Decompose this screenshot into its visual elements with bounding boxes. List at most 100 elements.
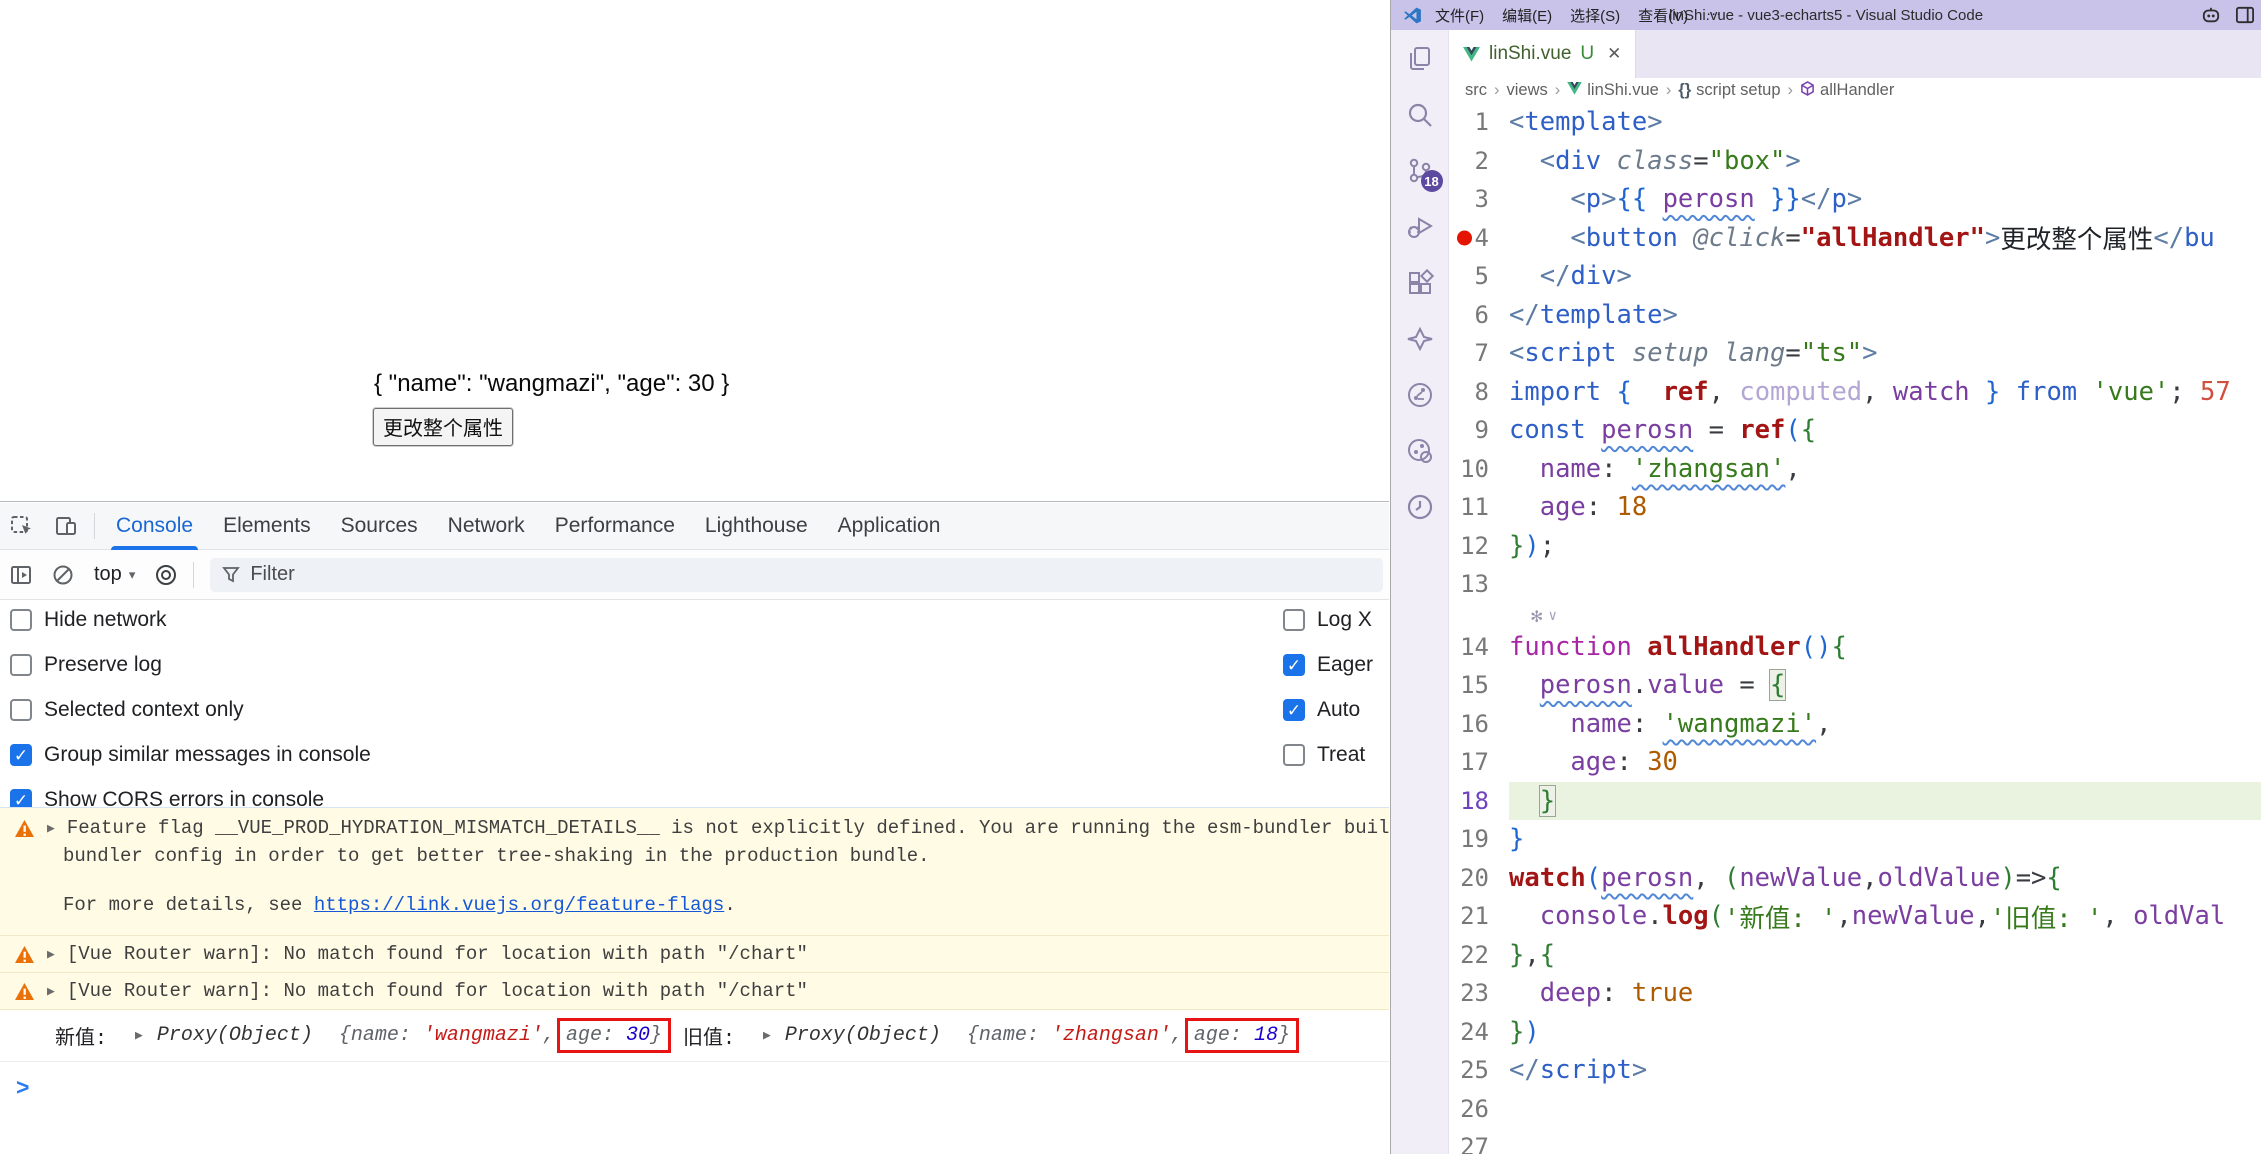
context-selector[interactable]: top▾ <box>84 563 145 586</box>
expand-triangle-icon[interactable]: ▶ <box>47 984 55 999</box>
checkbox-unchecked[interactable] <box>1283 609 1305 631</box>
code-content: } <box>1509 820 1524 859</box>
code-text: watch(perosn, (newValue,oldValue)=>{ <box>1509 859 2062 898</box>
activitybar-project-tool-icon[interactable] <box>1405 380 1435 410</box>
devtools-tab-sources[interactable]: Sources <box>326 503 433 550</box>
devtools-tab-lighthouse[interactable]: Lighthouse <box>690 503 823 550</box>
code-editor[interactable]: 1<template>2 <div class="box">3 <p>{{ pe… <box>1449 103 2261 1154</box>
setting-right-0[interactable]: Log X <box>1283 608 1372 632</box>
setting-preserve-log[interactable]: Preserve log <box>10 653 162 677</box>
warning-icon <box>14 982 35 1001</box>
setting-right-2[interactable]: ✓ Auto <box>1283 698 1360 722</box>
checkbox-label: Auto <box>1317 698 1360 722</box>
checkbox-unchecked[interactable] <box>10 654 32 676</box>
activitybar-run-debug-icon[interactable] <box>1405 212 1435 242</box>
code-line-2: 2 <div class="box"> <box>1449 142 2261 181</box>
checkbox-label: Treat <box>1317 743 1365 767</box>
setting-show-cors-errors-in-console[interactable]: ✓Show CORS errors in console <box>10 788 324 808</box>
menu-e[interactable]: 编辑(E) <box>1493 5 1561 26</box>
divider <box>94 513 95 539</box>
activitybar-project-tool-alt-icon[interactable] <box>1405 436 1435 466</box>
line-number: 4 <box>1449 224 1509 252</box>
code-content: } <box>1509 782 2261 821</box>
code-line-19: 19} <box>1449 820 2261 859</box>
console-warning-feature-flag[interactable]: ▶ Feature flag __VUE_PROD_HYDRATION_MISM… <box>0 808 1389 936</box>
setting-right-1[interactable]: ✓ Eager <box>1283 653 1373 677</box>
code-line-3: 3 <p>{{ perosn }}</p> <box>1449 180 2261 219</box>
expand-triangle-icon[interactable]: ▶ <box>47 947 55 962</box>
filter-input[interactable]: Filter <box>210 558 1383 592</box>
breadcrumb-label: src <box>1465 81 1487 100</box>
live-expression-icon[interactable] <box>145 550 187 600</box>
layout-icon[interactable] <box>2235 6 2255 24</box>
line-number: 22 <box>1449 941 1509 969</box>
devtools-tab-network[interactable]: Network <box>433 503 540 550</box>
line-number: 20 <box>1449 864 1509 892</box>
web-page: { "name": "wangmazi", "age": 30 } 更改整个属性 <box>0 0 1389 502</box>
device-toolbar-icon[interactable] <box>44 503 88 550</box>
checkbox-checked[interactable]: ✓ <box>1283 699 1305 721</box>
checkbox-checked[interactable]: ✓ <box>1283 654 1305 676</box>
console-warning-router[interactable]: ▶[Vue Router warn]: No match found for l… <box>0 973 1389 1010</box>
browser-pane: { "name": "wangmazi", "age": 30 } 更改整个属性… <box>0 0 1389 1154</box>
clear-console-icon[interactable] <box>42 550 84 600</box>
console-prompt[interactable]: > <box>0 1062 1389 1101</box>
checkbox-unchecked[interactable] <box>10 699 32 721</box>
breadcrumb-item-script-setup[interactable]: {}script setup <box>1678 81 1780 100</box>
expand-triangle-icon[interactable]: ▶ <box>135 1028 143 1043</box>
inspect-element-icon[interactable] <box>0 503 44 550</box>
checkbox-checked[interactable]: ✓ <box>10 789 32 808</box>
code-content: <button @click="allHandler">更改整个属性</bu <box>1509 219 2215 258</box>
code-line-24: 24}) <box>1449 1013 2261 1052</box>
breakpoint-icon[interactable] <box>1457 230 1472 245</box>
checkbox-label: Eager <box>1317 653 1373 677</box>
setting-group-similar-messages-in-console[interactable]: ✓Group similar messages in console <box>10 743 371 767</box>
close-icon[interactable]: ✕ <box>1607 44 1621 64</box>
breadcrumb-item-views[interactable]: views <box>1507 81 1548 100</box>
code-line-10: 10 name: 'zhangsan', <box>1449 450 2261 489</box>
breadcrumb-item-src[interactable]: src <box>1465 81 1487 100</box>
code-text: <p>{{ perosn }}</p> <box>1509 180 1862 219</box>
setting-hide-network[interactable]: Hide network <box>10 608 167 632</box>
feature-flags-link[interactable]: https://link.vuejs.org/feature-flags <box>314 894 724 916</box>
breadcrumb-label: views <box>1507 81 1548 100</box>
log-label-old: 旧值: <box>683 1021 735 1051</box>
inline-suggestion-widget[interactable]: ✻∨ <box>1449 604 2261 628</box>
devtools-tab-application[interactable]: Application <box>823 503 956 550</box>
code-text: age: 18 <box>1509 488 1647 527</box>
activitybar-comate-icon[interactable] <box>1405 324 1435 354</box>
activitybar-timeline-icon[interactable] <box>1405 492 1435 522</box>
devtools-tab-performance[interactable]: Performance <box>540 503 690 550</box>
menu-s[interactable]: 选择(S) <box>1561 5 1629 26</box>
setting-right-3[interactable]: Treat <box>1283 743 1365 767</box>
assistant-icon[interactable] <box>2201 6 2221 24</box>
code-text: perosn.value = { <box>1509 666 1785 705</box>
code-text: <button @click="allHandler">更改整个属性</bu <box>1509 219 2215 258</box>
screen: { "name": "wangmazi", "age": 30 } 更改整个属性… <box>0 0 2261 1154</box>
warning-text: [Vue Router warn]: No match found for lo… <box>67 943 808 965</box>
devtools-tab-elements[interactable]: Elements <box>208 503 326 550</box>
tab-linshi-vue[interactable]: linShi.vue U ✕ <box>1449 30 1636 78</box>
checkbox-checked[interactable]: ✓ <box>10 744 32 766</box>
change-all-props-button[interactable]: 更改整个属性 <box>373 408 513 446</box>
line-number: 10 <box>1449 455 1509 483</box>
console-log-row[interactable]: 新值: ▶ Proxy(Object) {name: 'wangmazi', a… <box>0 1010 1389 1062</box>
breadcrumb-item-linshi-vue[interactable]: linShi.vue <box>1567 81 1659 100</box>
breadcrumb-item-allhandler[interactable]: allHandler <box>1800 81 1894 101</box>
console-warning-router[interactable]: ▶ [Vue Router warn]: No match found for l… <box>0 936 1389 973</box>
code-content: </div> <box>1509 257 1632 296</box>
setting-selected-context-only[interactable]: Selected context only <box>10 698 244 722</box>
activitybar-extensions-icon[interactable] <box>1405 268 1435 298</box>
activitybar-source-control-icon[interactable]: 18 <box>1405 156 1435 186</box>
menu-f[interactable]: 文件(F) <box>1426 5 1493 26</box>
checkbox-unchecked[interactable] <box>10 609 32 631</box>
devtools-tab-console[interactable]: Console <box>101 503 208 550</box>
console-sidebar-icon[interactable] <box>0 550 42 600</box>
code-text: </div> <box>1509 257 1632 296</box>
code-text: <div class="box"> <box>1509 142 1801 181</box>
expand-triangle-icon[interactable]: ▶ <box>763 1028 771 1043</box>
activitybar-search-icon[interactable] <box>1405 100 1435 130</box>
expand-triangle-icon[interactable]: ▶ <box>47 821 55 836</box>
checkbox-unchecked[interactable] <box>1283 744 1305 766</box>
activitybar-explorer-icon[interactable] <box>1405 44 1435 74</box>
